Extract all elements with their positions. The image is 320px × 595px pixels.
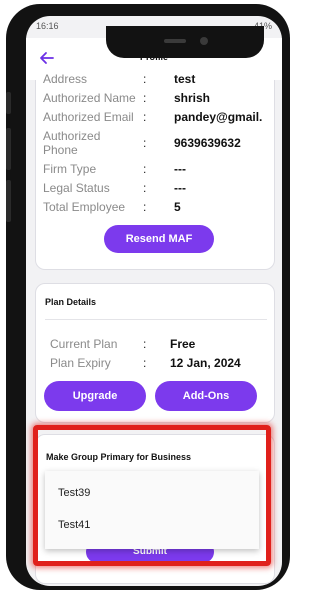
plan-details-title: Plan Details (45, 297, 97, 307)
speaker-grille (164, 39, 186, 43)
field-separator: : (143, 110, 147, 124)
field-label: Address (43, 72, 88, 86)
field-separator: : (143, 91, 147, 105)
field-value: test (174, 72, 196, 86)
field-value: shrish (174, 91, 211, 105)
power-button (6, 180, 11, 222)
field-separator: : (143, 162, 147, 176)
plan-separator: : (143, 356, 147, 370)
field-value: 9639639632 (174, 136, 241, 150)
field-separator: : (143, 72, 147, 86)
field-label: Authorized Phone (43, 129, 101, 157)
plan-label: Current Plan (50, 337, 118, 351)
plan-separator: : (143, 337, 147, 351)
field-label: Firm Type (43, 162, 97, 176)
field-label: Legal Status (43, 181, 110, 195)
plan-details-card: Plan Details Current Plan : Free Plan Ex… (35, 283, 275, 423)
volume-up-button (6, 92, 11, 114)
field-separator: : (143, 181, 147, 195)
field-value: --- (174, 181, 186, 195)
field-value: 5 (174, 200, 181, 214)
plan-divider (45, 319, 267, 320)
field-label: Authorized Email (43, 110, 134, 124)
camera-notch (106, 26, 264, 58)
resend-maf-button[interactable]: Resend MAF (104, 225, 214, 253)
plan-label: Plan Expiry (50, 356, 111, 370)
volume-down-button (6, 128, 11, 170)
field-label: Authorized Name (43, 91, 136, 105)
field-value: pandey@gmail. (174, 110, 263, 124)
add-ons-button[interactable]: Add-Ons (155, 381, 257, 411)
front-camera (200, 37, 208, 45)
plan-value: 12 Jan, 2024 (170, 356, 241, 370)
highlight-frame (33, 425, 271, 566)
plan-value: Free (170, 337, 196, 351)
field-label: Total Employee (43, 200, 126, 214)
field-separator: : (143, 136, 147, 150)
upgrade-button[interactable]: Upgrade (44, 381, 146, 411)
field-value: --- (174, 162, 186, 176)
status-time: 16:16 (36, 21, 59, 31)
field-separator: : (143, 200, 147, 214)
